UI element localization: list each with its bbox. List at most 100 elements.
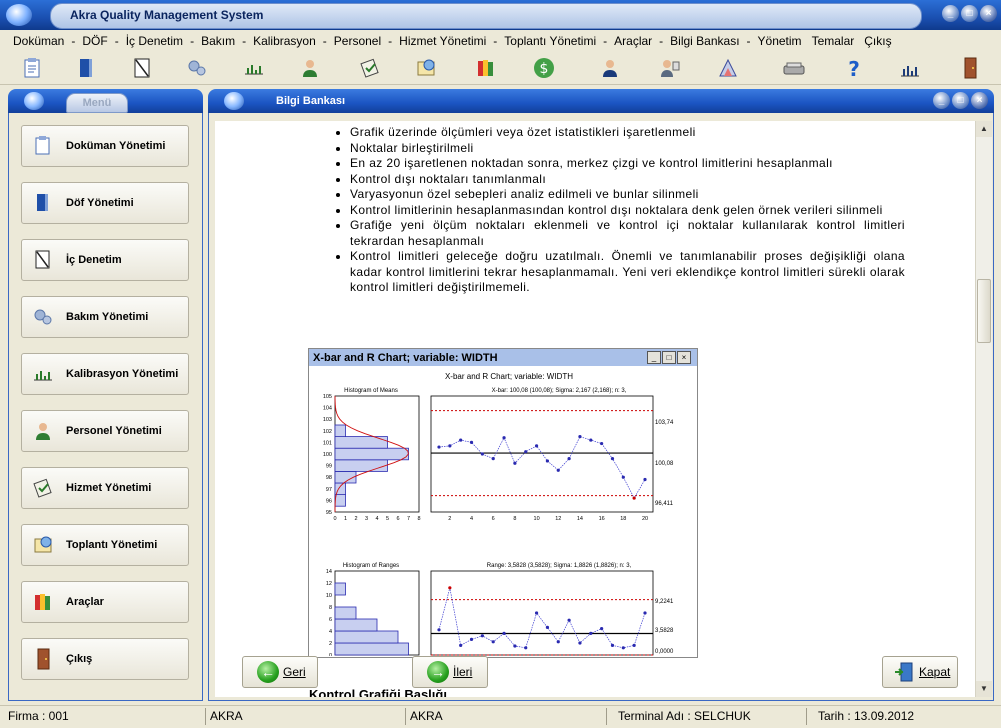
person-icon[interactable]: [296, 54, 324, 82]
xbar-chart-x-tick-label: 10: [534, 516, 540, 522]
nav-dof-yonetimi[interactable]: Döf Yönetimi: [21, 182, 189, 224]
nav-dokuman-yonetimi[interactable]: Doküman Yönetimi: [21, 125, 189, 167]
nav-hizmet-yonetimi[interactable]: Hizmet Yönetimi: [21, 467, 189, 509]
audit-icon[interactable]: [128, 54, 156, 82]
clipboard-icon[interactable]: [18, 54, 46, 82]
scanner-icon[interactable]: [780, 54, 808, 82]
chart-icon[interactable]: [714, 54, 742, 82]
menu-item-yonetim[interactable]: Yönetim: [753, 34, 807, 48]
hist-means-bar: [334, 494, 346, 507]
close-icon[interactable]: ×: [980, 5, 997, 22]
hist-means-x-tick-label: 4: [375, 516, 378, 522]
nav-ic-denetim[interactable]: İç Denetim: [21, 239, 189, 281]
menu-separator: -: [242, 34, 247, 48]
menu-item-toplanti[interactable]: Toplantı Yönetimi: [499, 34, 601, 48]
nav-kalibrasyon-yonetimi[interactable]: Kalibrasyon Yönetimi: [21, 353, 189, 395]
r-chart-point: [437, 628, 441, 632]
menu-item-temalar[interactable]: Temalar: [807, 34, 860, 48]
book-icon[interactable]: [72, 54, 100, 82]
status-terminal: Terminal Adı : SELCHUK: [618, 709, 751, 723]
globe-icon: [24, 92, 44, 110]
menu-separator: -: [71, 34, 76, 48]
nav-cikis[interactable]: Çıkış: [21, 638, 189, 680]
maximize-icon[interactable]: □: [662, 351, 676, 364]
service-icon[interactable]: [356, 54, 384, 82]
scroll-down-icon[interactable]: ▼: [976, 681, 992, 697]
scroll-thumb[interactable]: [977, 279, 991, 343]
door-icon[interactable]: [956, 54, 984, 82]
menu-item-dokuman[interactable]: Doküman: [8, 34, 69, 48]
r-chart-point: [567, 618, 571, 622]
menu-item-kalibrasyon[interactable]: Kalibrasyon: [248, 34, 321, 48]
nav-araclar[interactable]: Araçlar: [21, 581, 189, 623]
title-bar: Akra Quality Management System _ □ ×: [0, 0, 1001, 30]
xbar-chart-point: [600, 441, 604, 446]
calibration-icon[interactable]: [240, 54, 268, 82]
r-chart-point: [480, 634, 484, 638]
xbar-chart-point: [589, 438, 593, 442]
content-panel-header: Bilgi Bankası _ □ ×: [208, 89, 994, 113]
dollar-icon[interactable]: $: [530, 54, 558, 82]
menu-item-bakim[interactable]: Bakım: [196, 34, 240, 48]
gears-icon[interactable]: [183, 54, 211, 82]
nav-label: Personel Yönetimi: [66, 425, 162, 437]
maximize-icon[interactable]: □: [952, 92, 969, 109]
nav-toplanti-yonetimi[interactable]: Toplantı Yönetimi: [21, 524, 189, 566]
close-icon[interactable]: ×: [677, 351, 691, 364]
presenter-icon[interactable]: [655, 54, 683, 82]
next-button[interactable]: → İleri: [412, 656, 488, 688]
xbar-chart-point: [545, 459, 550, 463]
status-firma: Firma : 001: [8, 709, 69, 723]
close-icon[interactable]: ×: [971, 92, 988, 109]
nav-label: Toplantı Yönetimi: [66, 539, 158, 551]
minimize-icon[interactable]: _: [942, 5, 959, 22]
nav-personel-yonetimi[interactable]: Personel Yönetimi: [21, 410, 189, 452]
manager-icon[interactable]: [596, 54, 624, 82]
r-chart-point: [448, 586, 452, 590]
help-icon[interactable]: ?: [840, 54, 868, 82]
minimize-icon[interactable]: _: [933, 92, 950, 109]
menu-item-personel[interactable]: Personel: [329, 34, 386, 48]
nav-label: Bakım Yönetimi: [66, 311, 149, 323]
menu-tab[interactable]: Menü: [66, 93, 128, 113]
menu-item-cikis[interactable]: Çıkış: [859, 34, 896, 48]
scroll-up-icon[interactable]: ▲: [976, 121, 992, 137]
menu-item-hizmet[interactable]: Hizmet Yönetimi: [394, 34, 491, 48]
menu-item-dof[interactable]: DÖF: [77, 34, 112, 48]
menu-panel-header: Menü: [8, 89, 203, 113]
list-item: Varyasyonun özel sebepleri analiz edilme…: [350, 187, 905, 203]
audit-icon: [32, 249, 54, 271]
xbar-chart-point: [610, 457, 615, 461]
r-title: Range: 3,5828 (3,5828); Sigma: 1,8826 (1…: [487, 563, 632, 569]
list-item: Kontrol limitleri geleceğe doğru uzatılm…: [350, 249, 905, 296]
menu-item-ic-denetim[interactable]: İç Denetim: [121, 34, 188, 48]
back-button[interactable]: ← Geri: [242, 656, 318, 688]
toolbar: $ ?: [0, 52, 1001, 85]
r-chart-point: [513, 644, 517, 648]
hist1-title: Histogram of Means: [344, 388, 398, 394]
maximize-icon[interactable]: □: [961, 5, 978, 22]
r-chart-point: [524, 646, 528, 650]
hist-means-x-tick-label: 6: [396, 516, 399, 522]
xbar-chart-point: [524, 450, 528, 454]
meeting-icon[interactable]: [412, 54, 440, 82]
hist-ranges-y-tick-label: 14: [326, 569, 332, 575]
vertical-scrollbar[interactable]: ▲ ▼: [975, 121, 992, 697]
minimize-icon[interactable]: _: [647, 351, 661, 364]
xbar-chart-point: [469, 440, 474, 444]
hist-means-y-tick-label: 102: [323, 429, 332, 435]
nav-bakim-yonetimi[interactable]: Bakım Yönetimi: [21, 296, 189, 338]
stats-icon[interactable]: [896, 54, 924, 82]
hist-means-x-tick-label: 1: [344, 516, 347, 522]
menu-item-araclar[interactable]: Araçlar: [609, 34, 657, 48]
status-divider: [806, 708, 807, 725]
menu-item-bilgi-bankasi[interactable]: Bilgi Bankası: [665, 34, 744, 48]
xbar-chart-point: [480, 452, 484, 456]
close-button[interactable]: Kapat: [882, 656, 958, 688]
app-globe-icon[interactable]: [6, 4, 32, 26]
tools-icon[interactable]: [472, 54, 500, 82]
hist-means-bar: [334, 459, 388, 472]
exit-door-icon: [893, 661, 915, 683]
xbar-chart-point: [567, 457, 571, 461]
menu-separator: -: [493, 34, 498, 48]
